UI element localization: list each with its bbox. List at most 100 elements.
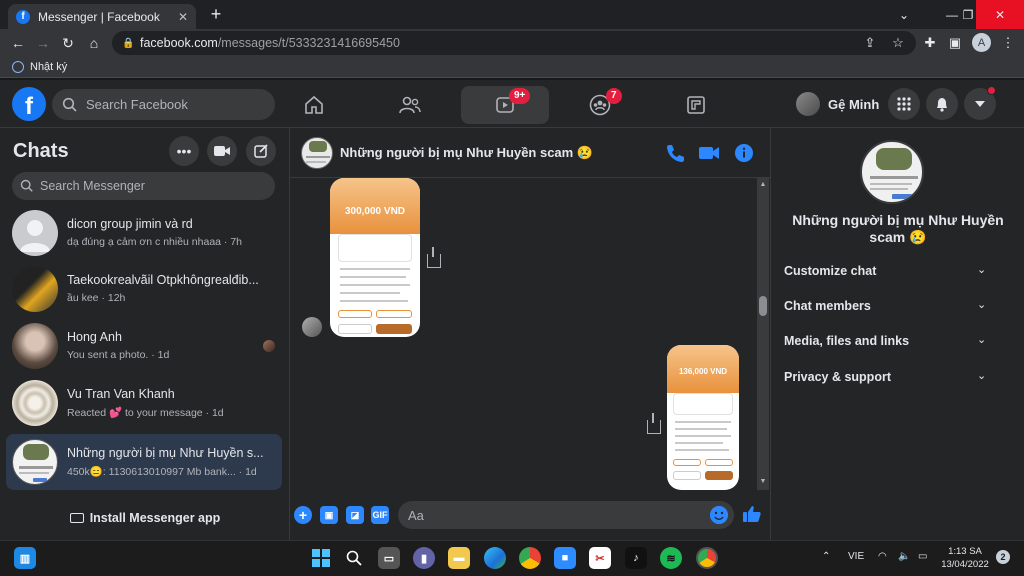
chrome-icon[interactable] [519,547,541,569]
customize-chat-row[interactable]: Customize chat [784,264,994,278]
profile-name: Gệ Minh [828,96,880,112]
extensions-icon[interactable]: ✚ [920,33,940,53]
scroll-thumb[interactable] [759,296,767,316]
messenger-search-input[interactable]: Search Messenger [12,172,275,200]
notification-count-badge[interactable]: 2 [996,550,1010,564]
language-indicator[interactable]: VIE [848,551,864,562]
nav-groups-button[interactable]: 7 [556,86,644,124]
message-scrollbar[interactable]: ▲ ▼ [757,178,769,490]
nav-gaming-button[interactable] [652,86,740,124]
forward-icon[interactable] [647,413,661,434]
gif-icon[interactable]: GIF [371,506,389,524]
phone-icon[interactable] [664,142,686,164]
widgets-icon[interactable]: ▥ [14,547,36,569]
nav-watch-button[interactable]: 9+ [461,86,549,124]
scroll-down-icon[interactable]: ▼ [759,478,767,486]
emoji-icon[interactable] [710,506,728,524]
tiktok-icon[interactable]: ♪ [625,547,647,569]
new-room-button[interactable] [207,136,237,166]
message-input[interactable]: Aa [398,501,734,529]
facebook-logo-icon[interactable]: f [12,87,46,121]
receipt-image-1[interactable]: 300,000 VND [330,178,420,337]
volume-icon[interactable]: 🔈 [898,551,910,562]
message-composer: + ▣ ◪ GIF Aa [290,500,770,540]
home-icon[interactable]: ⌂ [84,33,104,53]
nav-home-button[interactable] [270,86,358,124]
receipt-button [376,324,412,334]
edge-icon[interactable] [484,547,506,569]
bookmark-star-icon[interactable]: ☆ [888,31,908,55]
chats-options-button[interactable]: ••• [169,136,199,166]
scroll-up-icon[interactable]: ▲ [759,181,767,189]
chevron-down-icon[interactable]: ⌄ [977,333,989,346]
side-panel-icon[interactable]: ▣ [945,33,965,53]
nav-friends-button[interactable] [366,86,454,124]
file-explorer-icon[interactable]: ▬ [448,547,470,569]
facebook-search-input[interactable]: Search Facebook [52,89,275,120]
chrome-profile-icon[interactable] [696,547,718,569]
battery-icon[interactable]: ▭ [918,551,927,562]
snipping-tool-icon[interactable]: ✂ [589,547,611,569]
attach-photo-icon[interactable]: ▣ [320,506,338,524]
tab-title: Messenger | Facebook [38,9,160,24]
new-tab-button[interactable]: + [206,4,226,24]
chat-item-dicon-group[interactable]: dicon group jimin và rd dạ đúng ạ cảm ơn… [6,205,282,261]
forward-icon[interactable] [427,247,441,268]
window-close-button[interactable]: ✕ [976,0,1024,29]
chevron-down-icon[interactable]: ⌄ [977,369,989,382]
chat-item-nhung-nguoi-bi[interactable]: Những người bị mụ Như Huyền s... 450k😑: … [6,434,282,490]
browser-tab[interactable]: f Messenger | Facebook ✕ [8,4,196,29]
watch-badge: 9+ [509,88,531,104]
notifications-button[interactable] [926,88,958,120]
sticker-icon[interactable]: ◪ [346,506,364,524]
profile-chip[interactable]: Gệ Minh [796,90,879,118]
messenger-search-placeholder: Search Messenger [40,179,145,193]
tab-close-icon[interactable]: ✕ [178,10,188,24]
chat-preview: Reacted 💕 to your message · 1d [67,407,224,419]
share-page-icon[interactable]: ⇪ [860,31,880,55]
video-call-icon[interactable] [698,142,720,164]
spotify-icon[interactable]: ≋ [660,547,682,569]
privacy-support-row[interactable]: Privacy & support [784,370,994,384]
menu-grid-button[interactable] [888,88,920,120]
group-photo[interactable] [860,140,924,204]
wifi-icon[interactable]: ◠ [878,551,887,562]
forward-icon[interactable]: → [33,33,53,53]
avatar [12,380,58,426]
info-icon[interactable] [733,142,755,164]
chat-members-row[interactable]: Chat members [784,299,994,313]
chat-name: dicon group jimin và rd [67,217,193,231]
browser-profile-avatar[interactable]: A [972,33,991,52]
chat-item-taekook[interactable]: Taekookrealvãil Otpkhôngrealđib... ầu ke… [6,261,282,317]
search-icon[interactable] [343,547,365,569]
back-icon[interactable]: ← [8,33,28,53]
chat-item-hong-anh[interactable]: Hong Anh You sent a photo. · 1d [6,318,282,374]
task-view-icon[interactable]: ▭ [378,547,400,569]
thumbs-up-icon[interactable] [742,504,762,524]
media-files-links-row[interactable]: Media, files and links [784,334,994,348]
browser-titlebar: f Messenger | Facebook ✕ + ⌄ — ❐ ✕ [0,0,1024,29]
install-messenger-link[interactable]: Install Messenger app [0,508,290,528]
teams-chat-icon[interactable]: ▮ [413,547,435,569]
more-actions-plus-icon[interactable]: + [294,506,312,524]
bookmark-nhat-ky[interactable]: Nhật ký [30,61,67,73]
address-bar[interactable]: 🔒 facebook.com/messages/t/53332314166954… [112,31,916,55]
zoom-icon[interactable]: ■ [554,547,576,569]
lock-icon: 🔒 [122,38,135,49]
receipt-image-2[interactable]: 136,000 VND [667,345,739,490]
conversation-title[interactable]: Những người bị mụ Như Huyền scam 😢 [340,145,593,161]
chat-item-vu-tran[interactable]: Vu Tran Van Khanh Reacted 💕 to your mess… [6,375,282,431]
start-icon[interactable] [310,547,332,569]
show-hidden-icons-icon[interactable]: ⌃ [822,551,830,562]
search-icon [20,179,33,192]
url-path: /messages/t/5333231416695450 [217,36,400,50]
group-avatar[interactable] [301,137,333,169]
browser-toolbar: ← → ↻ ⌂ 🔒 facebook.com/messages/t/533323… [0,29,1024,57]
reload-icon[interactable]: ↻ [58,33,78,53]
tab-search-icon[interactable]: ⌄ [880,0,928,29]
new-message-button[interactable] [246,136,276,166]
chevron-down-icon[interactable]: ⌄ [977,298,989,311]
system-clock[interactable]: 1:13 SA 13/04/2022 [940,545,990,571]
browser-menu-icon[interactable]: ⋮ [998,33,1018,53]
chevron-down-icon[interactable]: ⌄ [977,263,989,276]
